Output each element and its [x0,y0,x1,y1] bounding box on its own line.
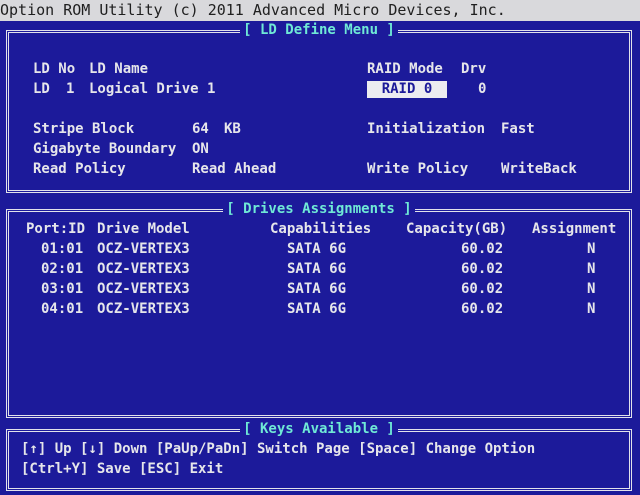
drv-header: Drv [461,61,487,77]
write-policy-value[interactable]: WriteBack [501,160,577,178]
capabilities-cell: SATA 6G [287,281,347,297]
assignment-cell[interactable]: N [587,300,595,318]
raid-mode-header: RAID Mode [367,61,443,77]
stripe-block-value[interactable]: 64 [192,120,209,138]
ld-number: 1 [66,81,75,97]
assignment-header: Assignment [532,221,617,237]
keys-line-save-exit: [Ctrl+Y] Save [ESC] Exit [21,461,224,477]
write-policy-label: Write Policy [367,161,469,177]
title-bar: Option ROM Utility (c) 2011 Advanced Mic… [0,0,640,21]
capacity-cell: 60.02 [461,301,504,317]
drives-panel-title-wrap: [ Drives Assignments ] [9,201,629,217]
drive-model-header: Drive Model [97,221,190,237]
port-id-cell: 03:01 [41,281,84,297]
gigabyte-boundary-label: Gigabyte Boundary [33,141,177,157]
capacity-cell: 60.02 [461,241,504,257]
port-id-cell: 02:01 [41,261,84,277]
window-title: Option ROM Utility (c) 2011 Advanced Mic… [0,1,506,19]
capacity-header: Capacity(GB) [406,221,508,237]
raid-mode-selector[interactable]: RAID 0 [367,81,447,98]
initialization-value[interactable]: Fast [501,120,535,138]
keys-line-navigation: [↑] Up [↓] Down [PaUp/PaDn] Switch Page … [21,441,536,457]
assignment-cell[interactable]: N [587,240,595,258]
gigabyte-boundary-value[interactable]: ON [192,140,209,158]
drive-model-cell: OCZ-VERTEX3 [97,241,190,257]
drive-model-cell: OCZ-VERTEX3 [97,281,190,297]
drv-count: 0 [478,81,487,97]
capacity-cell: 60.02 [461,281,504,297]
keys-panel-title: [ Keys Available ] [240,421,398,437]
ld-name-value: Logical Drive 1 [89,81,216,97]
drive-model-cell: OCZ-VERTEX3 [97,261,190,277]
stripe-block-label: Stripe Block [33,121,135,137]
read-policy-value[interactable]: Read Ahead [192,160,276,178]
read-policy-label: Read Policy [33,161,126,177]
ld-define-panel-title-wrap: [ LD Define Menu ] [9,22,629,38]
stripe-block-unit: KB [224,121,241,137]
ld-name-header: LD Name [89,61,149,77]
capabilities-cell: SATA 6G [287,301,347,317]
ld-no-header: LD No [33,61,76,77]
port-id-cell: 04:01 [41,301,84,317]
ld-define-panel-title: [ LD Define Menu ] [240,22,398,38]
keys-panel-title-wrap: [ Keys Available ] [9,421,629,437]
capabilities-cell: SATA 6G [287,261,347,277]
drive-model-cell: OCZ-VERTEX3 [97,301,190,317]
port-id-cell: 01:01 [41,241,84,257]
assignment-cell[interactable]: N [587,280,595,298]
capacity-cell: 60.02 [461,261,504,277]
capabilities-cell: SATA 6G [287,241,347,257]
drives-panel-title: [ Drives Assignments ] [223,201,415,217]
ld-label: LD [33,81,50,97]
initialization-label: Initialization [367,121,486,137]
port-id-header: Port:ID [26,221,86,237]
assignment-cell[interactable]: N [587,260,595,278]
capabilities-header: Capabilities [270,221,372,237]
